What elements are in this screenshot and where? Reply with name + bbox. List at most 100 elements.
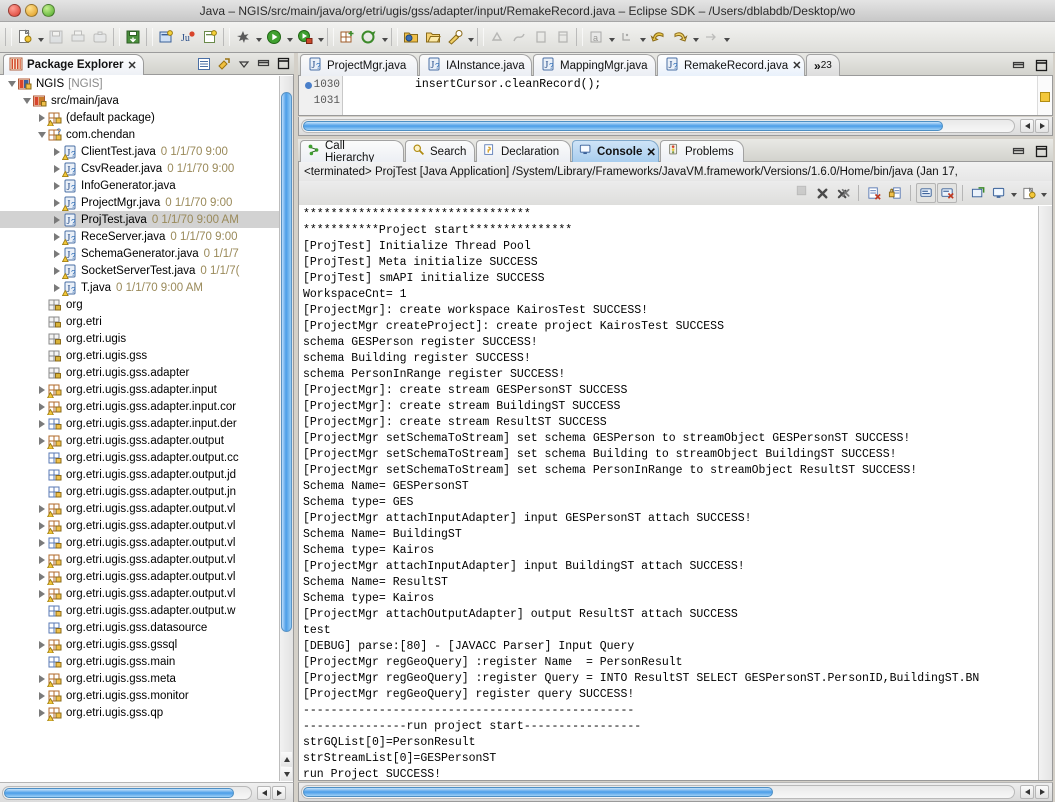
tree-expand-arrow-icon[interactable] [36,704,47,721]
editor-tab[interactable]: J? MappingMgr.java [533,54,656,76]
tree-expand-arrow-icon[interactable] [51,279,62,296]
console-vertical-scrollbar[interactable] [1038,206,1052,780]
toggle-mark-occurrences-dropdown-arrow[interactable] [607,26,616,48]
back-icon[interactable] [647,26,669,48]
tree-scroll-down-button[interactable] [281,767,292,781]
maximize-editor-icon[interactable] [1033,57,1050,74]
new-wizard-icon[interactable] [14,26,36,48]
quick-fix-dropdown-arrow[interactable] [466,26,475,48]
tree-row[interactable]: (default package) [0,109,293,126]
tree-row[interactable]: ? com.chendan [0,126,293,143]
run-dropdown-arrow[interactable] [285,26,294,48]
new-wizard-dropdown-arrow[interactable] [36,26,45,48]
editor-tab[interactable]: J? IAInstance.java [419,54,532,76]
tree-row[interactable]: J? ProjTest.java 0 1/1/70 9:00 AM [0,211,293,228]
tree-expand-arrow-icon[interactable] [36,415,47,432]
package-explorer-tree[interactable]: NGIS [NGIS] src/main/java (default package)… [0,75,294,782]
tree-row[interactable]: org.etri.ugis.gss.adapter.output.vl [0,551,293,568]
tree-row[interactable]: org.etri.ugis.gss.qp [0,704,293,721]
tree-expand-arrow-icon[interactable] [21,92,32,109]
tree-row[interactable]: org.etri.ugis.gss.adapter.input [0,381,293,398]
tree-row[interactable]: J? ProjectMgr.java 0 1/1/70 9:00 [0,194,293,211]
show-whitespace-icon[interactable] [616,26,638,48]
tree-vertical-scrollbar[interactable] [279,76,293,781]
new-package-icon[interactable] [199,26,221,48]
tree-scroll-up-button[interactable] [281,752,292,766]
tree-expand-arrow-icon[interactable] [36,398,47,415]
close-icon[interactable]: ✕ [128,59,137,72]
tree-expand-arrow-icon[interactable] [51,194,62,211]
tree-row[interactable]: src/main/java [0,92,293,109]
tree-row[interactable]: org.etri.ugis.gss.adapter.output.jd [0,466,293,483]
pin-console-icon[interactable] [916,183,936,203]
tree-row[interactable]: org.etri.ugis.gss.monitor [0,687,293,704]
source-code-text[interactable]: insertCursor.cleanRecord(); [343,76,1052,115]
open-resource-icon[interactable] [422,26,444,48]
tree-expand-arrow-icon[interactable] [36,500,47,517]
tree-row[interactable]: J? InfoGenerator.java [0,177,293,194]
editor-hscroll-track[interactable] [301,119,1015,133]
tree-row[interactable]: org.etri.ugis.gss.adapter.output.vl [0,585,293,602]
run-icon[interactable] [263,26,285,48]
tree-expand-arrow-icon[interactable] [51,160,62,177]
console-panel-tab[interactable]: Declaration [476,140,571,162]
tree-row[interactable]: org.etri.ugis.gss.adapter.output.vl [0,500,293,517]
tree-row[interactable]: org.etri.ugis.gss.main [0,653,293,670]
previous-edit-icon[interactable] [700,26,722,48]
last-edit-icon[interactable] [530,26,552,48]
save-icon[interactable] [45,26,67,48]
tree-hscroll-thumb[interactable] [4,787,234,798]
prev-annotation-icon[interactable] [508,26,530,48]
console-output[interactable]: ********************************* *******… [298,205,1053,781]
tree-row[interactable]: org.etri.ugis.gss.adapter.output.vl [0,534,293,551]
tree-row[interactable]: J? SchemaGenerator.java 0 1/1/7 [0,245,293,262]
print-icon[interactable] [67,26,89,48]
console-panel-tab[interactable]: Console ✕ [572,140,659,162]
tree-row[interactable]: org.etri [0,313,293,330]
tree-expand-arrow-icon[interactable] [36,109,47,126]
console-horizontal-scrollbar[interactable] [298,782,1053,802]
tree-row[interactable]: org [0,296,293,313]
maximize-console-icon[interactable] [1033,143,1050,160]
tree-row[interactable]: org.etri.ugis.gss.datasource [0,619,293,636]
tree-expand-arrow-icon[interactable] [51,245,62,262]
search-field-icon[interactable] [358,26,380,48]
remove-launch-icon[interactable] [812,183,832,203]
select-console-icon[interactable] [989,183,1009,203]
forward-dropdown-arrow[interactable] [691,26,700,48]
tree-row[interactable]: org.etri.ugis.gss.adapter.output.jn [0,483,293,500]
console-hscroll-thumb[interactable] [303,787,773,797]
tree-expand-arrow-icon[interactable] [36,636,47,653]
editor-tab[interactable]: J? ProjectMgr.java [300,54,418,76]
tree-expand-arrow-icon[interactable] [51,262,62,279]
tree-row[interactable]: org.etri.ugis.gss.meta [0,670,293,687]
tree-vscroll-thumb[interactable] [281,92,292,632]
next-annotation-icon[interactable] [486,26,508,48]
tree-expand-arrow-icon[interactable] [36,381,47,398]
debug-icon[interactable] [232,26,254,48]
search-field-dropdown-arrow[interactable] [380,26,389,48]
tree-expand-arrow-icon[interactable] [36,585,47,602]
maximize-view-icon[interactable] [275,55,292,72]
editor-hscroll-thumb[interactable] [303,121,943,131]
tree-expand-arrow-icon[interactable] [51,143,62,160]
tree-expand-arrow-icon[interactable] [36,126,47,143]
external-tools-dropdown-arrow[interactable] [316,26,325,48]
minimize-console-icon[interactable] [1010,143,1027,160]
quick-fix-icon[interactable] [444,26,466,48]
scroll-lock-icon[interactable] [885,183,905,203]
pin-editor-icon[interactable] [552,26,574,48]
link-with-editor-icon[interactable] [215,55,232,72]
tree-row[interactable]: org.etri.ugis.gss.gssql [0,636,293,653]
warning-marker-icon[interactable] [1040,92,1050,102]
source-editor[interactable]: 1030 1031 insertCursor.cleanRecord(); [298,76,1053,116]
close-icon[interactable]: ✕ [792,59,801,72]
tree-expand-arrow-icon[interactable] [51,211,62,228]
minimize-view-icon[interactable] [255,55,272,72]
tree-expand-arrow-icon[interactable] [36,551,47,568]
editor-scroll-left-button[interactable] [1020,119,1034,133]
display-selected-console-icon[interactable] [937,183,957,203]
close-icon[interactable]: ✕ [646,145,656,159]
editor-tab[interactable]: J? RemakeRecord.java ✕ [657,54,805,76]
breakpoint-icon[interactable] [304,81,312,89]
